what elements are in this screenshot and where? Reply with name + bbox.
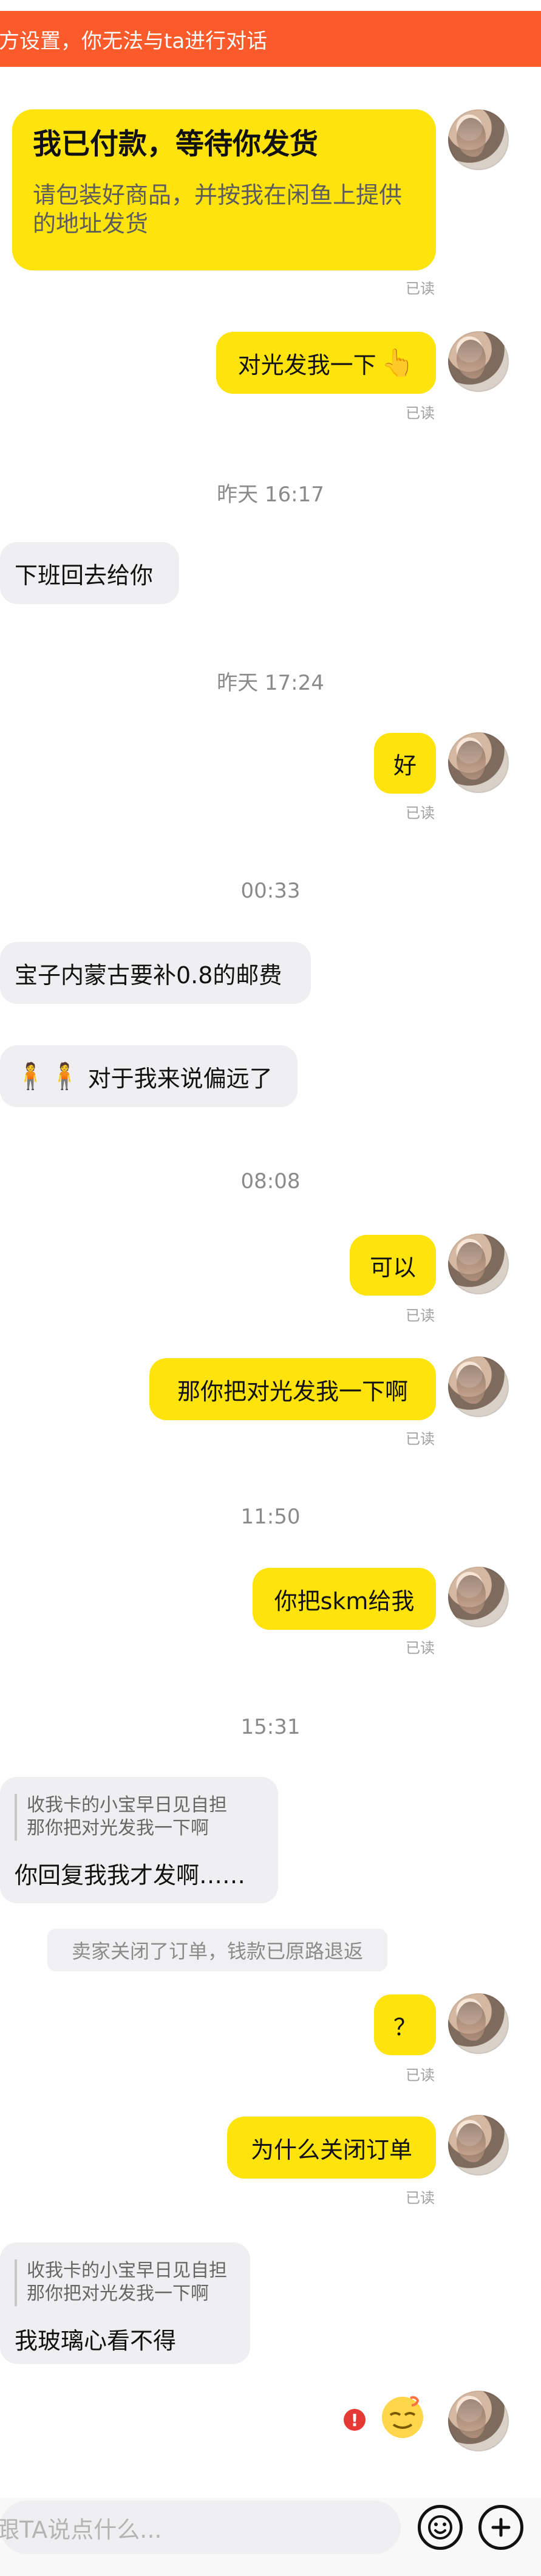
message-bubble: 宝子内蒙古要补0.8的邮费 <box>0 942 311 1004</box>
alert-text: ! <box>350 2409 359 2430</box>
avatar[interactable] <box>448 2115 509 2176</box>
read-status: 已读 <box>406 1640 435 1657</box>
message-text: 宝子内蒙古要补0.8的邮费 <box>15 961 282 989</box>
timestamp: 08:08 <box>240 1169 301 1194</box>
message-bubble: 可以 <box>350 1235 436 1296</box>
avatar[interactable] <box>448 331 509 392</box>
message-bubble: 好 <box>374 733 436 794</box>
quoted-message: 收我卡的小宝早日见自担 那你把对光发我一下啊 我玻璃心看不得 <box>0 2242 250 2364</box>
read-status: 已读 <box>406 805 435 822</box>
avatar[interactable] <box>448 109 509 170</box>
chat-page: 方设置，你无法与ta进行对话 我已付款，等待你发货 请包装好商品，并按我在闲鱼上… <box>0 0 541 2576</box>
quoted-reference-line: 那你把对光发我一下啊 <box>27 2283 209 2305</box>
message-bubble: 下班回去给你 <box>0 542 179 604</box>
smile-icon <box>428 2515 452 2540</box>
read-status: 已读 <box>406 1307 435 1324</box>
message-bubble: 你把skm给我 <box>253 1568 436 1630</box>
quoted-message: 收我卡的小宝早日见自担 那你把对光发我一下啊 你回复我我才发啊…… <box>0 1777 278 1903</box>
quoted-reference: 收我卡的小宝早日见自担 那你把对光发我一下啊 <box>15 2259 236 2306</box>
quoted-reference: 收我卡的小宝早日见自担 那你把对光发我一下啊 <box>15 1794 264 1841</box>
read-status: 已读 <box>406 2190 435 2207</box>
message-bubble: 🧍 🧍 对于我来说偏远了 <box>0 1045 298 1107</box>
timestamp: 15:31 <box>240 1715 301 1739</box>
message-text: 好 <box>393 752 417 779</box>
message-bubble: 那你把对光发我一下啊 <box>149 1358 436 1420</box>
message-text: 我玻璃心看不得 <box>15 2327 177 2354</box>
sleepy-emoji-icon <box>382 2396 423 2438</box>
add-button[interactable] <box>478 2505 523 2550</box>
timestamp: 00:33 <box>240 879 301 903</box>
banner-text: 方设置，你无法与ta进行对话 <box>0 29 268 53</box>
message-input[interactable]: 跟TA说点什么... <box>0 2501 401 2554</box>
message-text: 你回复我我才发啊…… <box>15 1861 246 1889</box>
message-text: 那你把对光发我一下啊 <box>177 1378 408 1405</box>
payment-status-card: 我已付款，等待你发货 请包装好商品，并按我在闲鱼上提供的地址发货 <box>12 109 436 270</box>
plus-icon <box>491 2518 511 2537</box>
avatar[interactable] <box>448 1356 509 1417</box>
message-text: 你把skm给我 <box>274 1587 415 1615</box>
read-status: 已读 <box>406 280 435 297</box>
message-bubble: ？ <box>374 1994 436 2055</box>
avatar[interactable] <box>448 1993 509 2054</box>
timestamp: 11:50 <box>240 1505 301 1529</box>
timestamp: 昨天 16:17 <box>217 483 324 507</box>
person-icon: 🧍 <box>49 1061 81 1091</box>
avatar[interactable] <box>448 732 509 793</box>
alert-icon: ! <box>344 2409 366 2431</box>
avatar[interactable] <box>448 2391 509 2451</box>
message-text: ？ <box>393 2013 417 2041</box>
message-bubble: 对光发我一下 👆 <box>216 332 436 394</box>
read-status: 已读 <box>406 1431 435 1448</box>
payment-card-body: 请包装好商品，并按我在闲鱼上提供的地址发货 <box>33 181 403 238</box>
chat-restriction-banner: 方设置，你无法与ta进行对话 <box>0 11 541 67</box>
timestamp: 昨天 17:24 <box>217 671 324 695</box>
person-icon: 🧍 <box>15 1061 47 1091</box>
message-text: 对于我来说偏远了 <box>87 1065 273 1092</box>
read-status: 已读 <box>406 2067 435 2084</box>
avatar[interactable] <box>448 1567 509 1627</box>
emoji-button[interactable] <box>418 2505 463 2550</box>
input-placeholder: 跟TA说点什么... <box>0 2516 162 2543</box>
payment-card-title: 我已付款，等待你发货 <box>33 128 318 161</box>
pointing-hand-icon: 👆 <box>381 348 415 379</box>
message-text: 为什么关闭订单 <box>250 2136 412 2163</box>
read-status: 已读 <box>406 405 435 422</box>
message-text: 下班回去给你 <box>15 562 154 589</box>
message-bubble: 为什么关闭订单 <box>227 2117 436 2179</box>
avatar[interactable] <box>448 1234 509 1294</box>
quoted-reference-line: 那你把对光发我一下啊 <box>27 1818 209 1839</box>
quoted-reference-line: 收我卡的小宝早日见自担 <box>27 2260 227 2281</box>
message-text: 可以 <box>369 1254 416 1281</box>
quoted-reference-line: 收我卡的小宝早日见自担 <box>27 1795 227 1816</box>
system-note: 卖家关闭了订单，钱款已原路退返 <box>47 1929 387 1971</box>
message-text: 对光发我一下 <box>237 351 376 379</box>
